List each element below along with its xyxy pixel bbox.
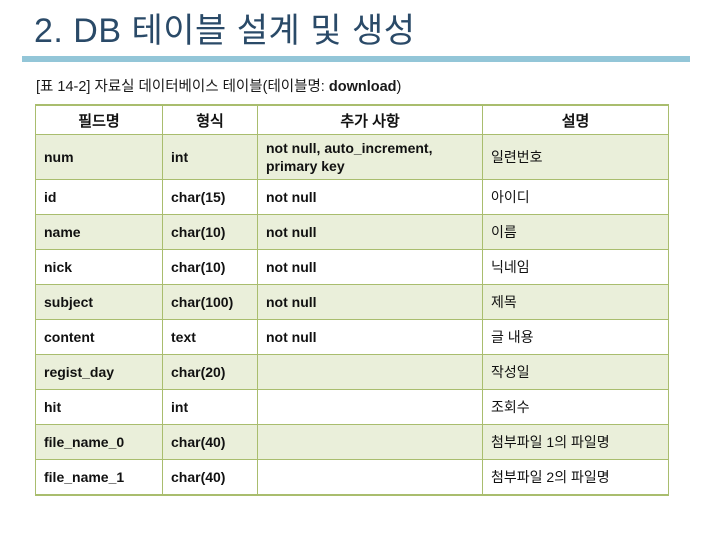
cell-type: char(15) <box>162 179 258 215</box>
cell-type: char(10) <box>162 214 258 250</box>
cell-field-name: file_name_1 <box>35 459 163 496</box>
table-row: nick char(10) not null 닉네임 <box>35 249 669 285</box>
cell-field-name: id <box>35 179 163 215</box>
cell-description: 일련번호 <box>482 134 669 180</box>
cell-type: char(100) <box>162 284 258 320</box>
cell-type: char(40) <box>162 424 258 460</box>
column-header-extra: 추가 사항 <box>257 104 483 135</box>
cell-extra-info <box>257 354 483 390</box>
table-caption-tablename: download <box>328 79 397 95</box>
cell-field-name: nick <box>35 249 163 285</box>
cell-description: 닉네임 <box>482 249 669 285</box>
cell-description: 아이디 <box>482 179 669 215</box>
cell-field-name: num <box>35 134 163 180</box>
cell-type: int <box>162 389 258 425</box>
cell-description: 이름 <box>482 214 669 250</box>
cell-description: 글 내용 <box>482 319 669 355</box>
table-row: content text not null 글 내용 <box>35 319 669 355</box>
cell-extra-info: not null, auto_increment, primary key <box>257 134 483 180</box>
cell-type: char(10) <box>162 249 258 285</box>
table-row: file_name_1 char(40) 첨부파일 2의 파일명 <box>35 459 669 496</box>
table-row: subject char(100) not null 제목 <box>35 284 669 320</box>
page-title: 2. DB 테이블 설계 및 생성 <box>34 12 416 50</box>
cell-type: text <box>162 319 258 355</box>
cell-description: 작성일 <box>482 354 669 390</box>
column-header-field: 필드명 <box>35 104 163 135</box>
cell-field-name: regist_day <box>35 354 163 390</box>
cell-field-name: name <box>35 214 163 250</box>
cell-field-name: file_name_0 <box>35 424 163 460</box>
cell-description: 첨부파일 1의 파일명 <box>482 424 669 460</box>
cell-extra-info <box>257 389 483 425</box>
cell-extra-info: not null <box>257 249 483 285</box>
cell-extra-info: not null <box>257 319 483 355</box>
table-row: id char(15) not null 아이디 <box>35 179 669 215</box>
table-row: hit int 조회수 <box>35 389 669 425</box>
title-underline-rule <box>22 56 690 62</box>
table-body: num int not null, auto_increment, primary … <box>35 134 669 496</box>
slide-canvas: 2. DB 테이블 설계 및 생성 [표 14-2] 자료실 데이터베이스 테이… <box>0 0 720 540</box>
table-caption-prefix: [표 14-2] 자료실 데이터베이스 테이블(테이블명: <box>36 79 329 95</box>
cell-extra-info: not null <box>257 214 483 250</box>
cell-extra-info <box>257 459 483 496</box>
table-header: 필드명 형식 추가 사항 설명 <box>35 104 669 135</box>
cell-field-name: content <box>35 319 163 355</box>
schema-table-container: 필드명 형식 추가 사항 설명 num int not null, auto_inc… <box>35 104 669 496</box>
cell-description: 첨부파일 2의 파일명 <box>482 459 669 496</box>
cell-field-name: subject <box>35 284 163 320</box>
column-header-description: 설명 <box>482 104 669 135</box>
cell-type: int <box>162 134 258 180</box>
column-header-type: 형식 <box>162 104 258 135</box>
table-row: regist_day char(20) 작성일 <box>35 354 669 390</box>
cell-type: char(20) <box>162 354 258 390</box>
cell-extra-info: not null <box>257 179 483 215</box>
cell-type: char(40) <box>162 459 258 496</box>
cell-extra-info: not null <box>257 284 483 320</box>
table-caption-suffix: ) <box>396 79 402 95</box>
cell-field-name: hit <box>35 389 163 425</box>
cell-description: 제목 <box>482 284 669 320</box>
table-row: file_name_0 char(40) 첨부파일 1의 파일명 <box>35 424 669 460</box>
cell-description: 조회수 <box>482 389 669 425</box>
cell-extra-info <box>257 424 483 460</box>
table-row: name char(10) not null 이름 <box>35 214 669 250</box>
table-caption: [표 14-2] 자료실 데이터베이스 테이블(테이블명: download) <box>36 77 401 97</box>
table-header-row: 필드명 형식 추가 사항 설명 <box>35 104 669 135</box>
table-row: num int not null, auto_increment, primary … <box>35 134 669 180</box>
schema-table: 필드명 형식 추가 사항 설명 num int not null, auto_inc… <box>35 104 669 496</box>
